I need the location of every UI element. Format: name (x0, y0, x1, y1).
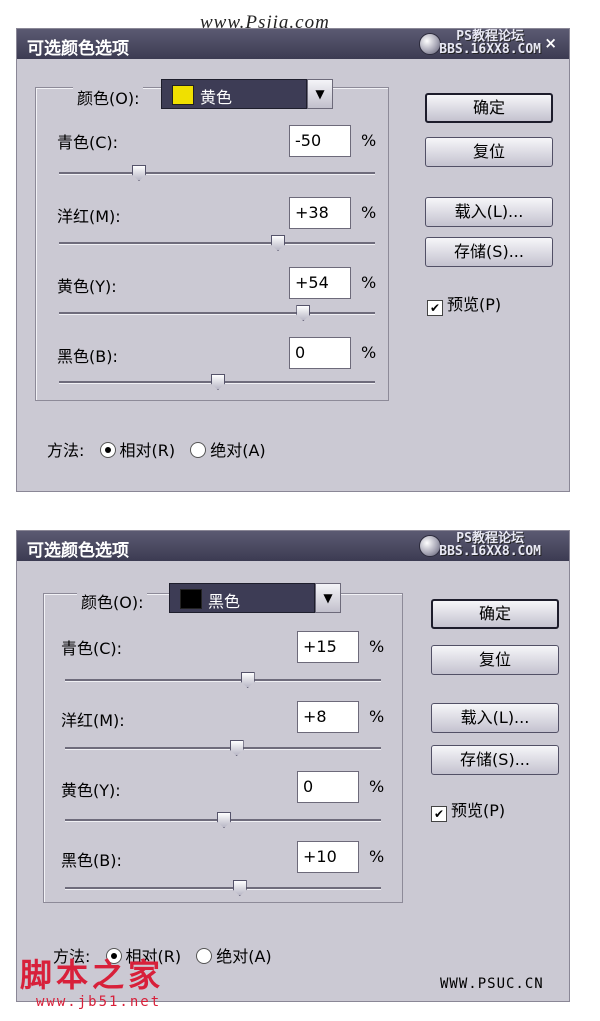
reset-button[interactable]: 复位 (425, 137, 553, 167)
cyan-unit: % (361, 131, 377, 150)
yellow-unit: % (369, 777, 385, 796)
yellow-unit: % (361, 273, 377, 292)
save-button[interactable]: 存储(S)... (425, 237, 553, 267)
cyan-label: 青色(C): (61, 639, 123, 658)
forum-watermark: PS教程论坛 BBS.16XX8.COM (439, 531, 541, 559)
cyan-slider[interactable] (65, 672, 381, 688)
ok-button[interactable]: 确定 (431, 599, 559, 629)
yellow-slider[interactable] (59, 305, 375, 321)
cyan-slider[interactable] (59, 165, 375, 181)
yellow-label: 黄色(Y): (61, 781, 121, 800)
method-label: 方法: (47, 441, 85, 460)
selective-color-dialog-yellow: 可选颜色选项 PS教程论坛 BBS.16XX8.COM × 颜色(O): 黄色 ▼… (16, 28, 570, 492)
reset-button[interactable]: 复位 (431, 645, 559, 675)
black-slider[interactable] (65, 880, 381, 896)
magenta-label: 洋红(M): (61, 711, 125, 730)
color-swatch (180, 589, 202, 609)
checkmark-icon[interactable]: ✔ (427, 300, 443, 316)
yellow-label: 黄色(Y): (57, 277, 117, 296)
black-label: 黑色(B): (61, 851, 122, 870)
absolute-radio[interactable] (190, 442, 207, 458)
save-button[interactable]: 存储(S)... (431, 745, 559, 775)
preview-label: 预览(P) (451, 801, 506, 820)
magenta-input[interactable]: +8 (297, 701, 359, 733)
black-label: 黑色(B): (57, 347, 118, 366)
absolute-label[interactable]: 绝对(A) (210, 441, 265, 460)
color-select[interactable]: 黄色 (161, 79, 307, 109)
yellow-input[interactable]: 0 (297, 771, 359, 803)
close-icon[interactable]: × (544, 34, 557, 52)
relative-label[interactable]: 相对(R) (120, 441, 176, 460)
load-button[interactable]: 载入(L)... (431, 703, 559, 733)
color-select-value: 黑色 (208, 592, 241, 611)
yellow-slider[interactable] (65, 812, 381, 828)
cyan-input[interactable]: +15 (297, 631, 359, 663)
black-input[interactable]: 0 (289, 337, 351, 369)
black-unit: % (369, 847, 385, 866)
preview-checkbox[interactable]: ✔ 预览(P) (431, 797, 505, 822)
yellow-input[interactable]: +54 (289, 267, 351, 299)
load-button[interactable]: 载入(L)... (425, 197, 553, 227)
title-bar[interactable]: 可选颜色选项 PS教程论坛 BBS.16XX8.COM (17, 531, 569, 561)
magenta-slider[interactable] (65, 740, 381, 756)
title-bar[interactable]: 可选颜色选项 PS教程论坛 BBS.16XX8.COM × (17, 29, 569, 59)
dialog-title: 可选颜色选项 (27, 541, 129, 561)
relative-radio[interactable] (99, 442, 116, 458)
psuc-watermark: WWW.PSUC.CN (440, 976, 544, 992)
ok-button[interactable]: 确定 (425, 93, 553, 123)
chevron-down-icon[interactable]: ▼ (315, 583, 341, 613)
magenta-unit: % (361, 203, 377, 222)
photoshop-eye-icon (419, 33, 441, 55)
dialog-title: 可选颜色选项 (27, 39, 129, 59)
preview-checkbox[interactable]: ✔ 预览(P) (427, 291, 501, 316)
absolute-radio[interactable] (196, 948, 213, 964)
color-label: 颜色(O): (77, 589, 148, 613)
black-input[interactable]: +10 (297, 841, 359, 873)
magenta-label: 洋红(M): (57, 207, 121, 226)
color-swatch (172, 85, 194, 105)
forum-watermark: PS教程论坛 BBS.16XX8.COM (439, 29, 541, 57)
absolute-label[interactable]: 绝对(A) (216, 947, 271, 966)
cyan-unit: % (369, 637, 385, 656)
cyan-input[interactable]: -50 (289, 125, 351, 157)
jb51-watermark-logo: 脚本之家 (20, 956, 165, 994)
black-slider[interactable] (59, 374, 375, 390)
method-group: 方法: 相对(R) 绝对(A) (47, 437, 266, 461)
checkmark-icon[interactable]: ✔ (431, 806, 447, 822)
cyan-label: 青色(C): (57, 133, 119, 152)
photoshop-eye-icon (419, 535, 441, 557)
magenta-slider[interactable] (59, 235, 375, 251)
selective-color-dialog-black: 可选颜色选项 PS教程论坛 BBS.16XX8.COM 颜色(O): 黑色 ▼ 青… (16, 530, 570, 1002)
magenta-unit: % (369, 707, 385, 726)
color-select[interactable]: 黑色 (169, 583, 315, 613)
chevron-down-icon[interactable]: ▼ (307, 79, 333, 109)
preview-label: 预览(P) (447, 295, 502, 314)
color-label: 颜色(O): (73, 85, 144, 109)
color-select-value: 黄色 (200, 88, 233, 107)
magenta-input[interactable]: +38 (289, 197, 351, 229)
jb51-watermark-url: www.jb51.net (36, 994, 162, 1010)
black-unit: % (361, 343, 377, 362)
